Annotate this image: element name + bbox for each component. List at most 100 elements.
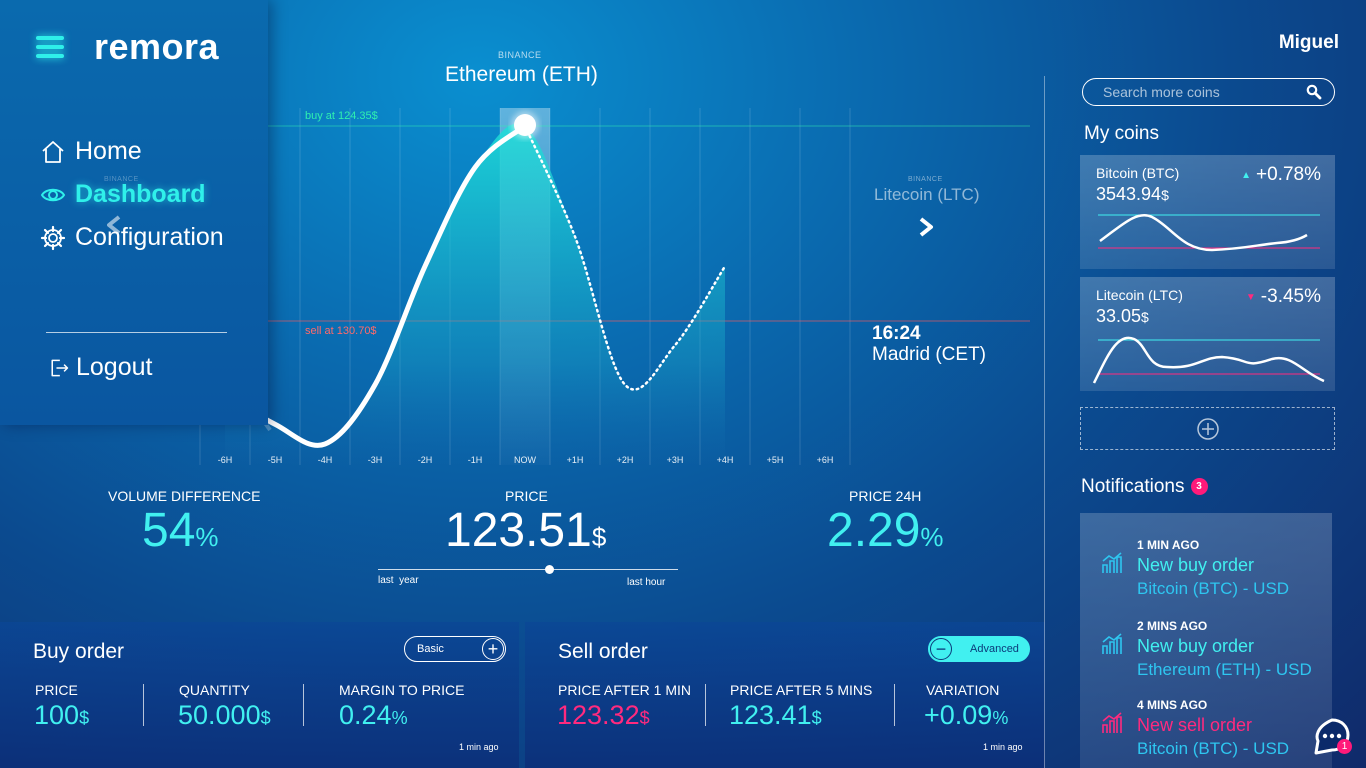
trend-down-icon: ▼ xyxy=(1245,291,1256,303)
notification-time: 2 MINS AGO xyxy=(1137,619,1208,633)
menu-icon[interactable] xyxy=(36,36,64,58)
x-tick-label: -4H xyxy=(318,455,333,465)
sidebar-item-label: Configuration xyxy=(75,223,224,251)
sell-mode-toggle[interactable]: − Advanced xyxy=(928,636,1030,662)
notification-title: New buy order xyxy=(1137,636,1255,656)
slider-right-label: last hour xyxy=(627,577,666,588)
add-coin-button[interactable] xyxy=(1080,407,1335,450)
logout-button[interactable]: Logout xyxy=(48,353,152,382)
app-logo: remora xyxy=(94,26,220,67)
x-tick-label: -3H xyxy=(368,455,383,465)
buy-price-label: PRICE xyxy=(35,682,78,698)
coin-change: ▲ +0.78% xyxy=(1241,164,1321,185)
home-icon xyxy=(42,140,64,163)
coin-name: Bitcoin (BTC) xyxy=(1096,165,1180,181)
search-icon[interactable] xyxy=(1306,84,1322,100)
buy-order-title: Buy order xyxy=(33,640,125,663)
logout-icon xyxy=(51,359,69,376)
column-divider xyxy=(143,684,144,726)
sidebar-item-configuration[interactable]: Configuration xyxy=(40,223,224,252)
x-tick-label: -6H xyxy=(218,455,233,465)
notification-title: New sell order xyxy=(1137,715,1253,735)
coin-card-ltc[interactable]: Litecoin (LTC) 33.05$ ▼ -3.45% xyxy=(1080,277,1335,391)
search-coins-input[interactable]: Search more coins xyxy=(1082,78,1335,106)
coin-sparkline xyxy=(1098,214,1320,252)
coin-price: 3543.94$ xyxy=(1096,184,1169,204)
coin-card-btc[interactable]: Bitcoin (BTC) 3543.94$ ▲ +0.78% xyxy=(1080,155,1335,269)
next-coin-arrow[interactable] xyxy=(916,216,936,243)
x-tick-label: -1H xyxy=(468,455,483,465)
slider-left-label: last year xyxy=(378,575,419,586)
sell-price-5min-label: PRICE AFTER 5 MINS xyxy=(730,682,873,698)
sidebar-item-home[interactable]: Home xyxy=(40,137,142,166)
right-column-divider xyxy=(1044,76,1045,768)
time-range-slider[interactable] xyxy=(378,564,678,576)
x-tick-label: +5H xyxy=(767,455,784,465)
buy-mode-toggle[interactable]: Basic + xyxy=(404,636,506,662)
coin-change: ▼ -3.45% xyxy=(1245,286,1321,307)
sell-variation-value: +0.09% xyxy=(924,700,1009,730)
sell-price-1min-value: 123.32$ xyxy=(557,700,650,730)
volume-difference-label: VOLUME DIFFERENCE xyxy=(108,488,261,504)
slider-track xyxy=(378,569,678,570)
sell-updated-time: 1 min ago xyxy=(983,742,1023,752)
sidebar-item-label: Home xyxy=(75,137,142,165)
chart-bars-icon xyxy=(1102,712,1122,733)
plus-icon: + xyxy=(482,638,504,660)
exchange-label: BINANCE xyxy=(498,50,542,60)
sidebar-divider xyxy=(46,332,227,333)
notification-item[interactable]: 2 MINS AGO New buy order Ethereum (ETH) … xyxy=(1080,600,1332,680)
my-coins-title: My coins xyxy=(1084,123,1159,144)
notification-subtitle: Bitcoin (BTC) - USD xyxy=(1137,739,1290,758)
trend-up-icon: ▲ xyxy=(1241,169,1252,181)
next-coin-title[interactable]: Litecoin (LTC) xyxy=(874,185,980,205)
buy-quantity-value[interactable]: 50.000$ xyxy=(178,700,271,731)
notification-item[interactable]: 4 MINS AGO New sell order Bitcoin (BTC) … xyxy=(1080,679,1332,759)
notifications-count-badge: 3 xyxy=(1190,478,1208,496)
local-time: 16:24 xyxy=(872,323,921,344)
eye-icon xyxy=(40,188,66,201)
slider-handle[interactable] xyxy=(544,565,554,574)
buy-price-value[interactable]: 100$ xyxy=(34,700,89,731)
notification-time: 4 MINS AGO xyxy=(1137,698,1208,712)
coin-sparkline xyxy=(1092,336,1325,384)
prev-coin-arrow[interactable] xyxy=(104,214,124,241)
x-tick-label: +3H xyxy=(667,455,684,465)
sidebar-item-dashboard[interactable]: Dashboard xyxy=(40,180,206,209)
buy-quantity-label: QUANTITY xyxy=(179,682,250,698)
notifications-list: 1 MIN AGO New buy order Bitcoin (BTC) - … xyxy=(1080,513,1332,768)
x-tick-label: +1H xyxy=(567,455,584,465)
buy-updated-time: 1 min ago xyxy=(459,742,499,752)
sidebar-item-label: Dashboard xyxy=(75,180,206,208)
sell-price-5min-value: 123.41$ xyxy=(729,700,822,730)
column-divider xyxy=(705,684,706,726)
coin-name: Litecoin (LTC) xyxy=(1096,287,1183,303)
buy-margin-value[interactable]: 0.24% xyxy=(339,700,408,731)
sidebar: remora Home Dashboard Configuration Logo… xyxy=(0,0,268,425)
chart-coin-title: Ethereum (ETH) xyxy=(445,63,598,86)
sell-mode-label: Advanced xyxy=(970,643,1019,655)
x-tick-label: NOW xyxy=(514,455,537,465)
x-tick-label: +4H xyxy=(717,455,734,465)
price-24h-value: 2.29% xyxy=(827,504,944,557)
coin-price: 33.05$ xyxy=(1096,306,1149,326)
sell-order-title: Sell order xyxy=(558,640,648,663)
sell-line-label: sell at 130.70$ xyxy=(305,325,377,337)
sell-variation-label: VARIATION xyxy=(926,682,1000,698)
volume-difference-value: 54% xyxy=(142,504,219,557)
chart-bars-icon xyxy=(1102,633,1122,654)
buy-mode-label: Basic xyxy=(417,643,444,655)
x-tick-label: -2H xyxy=(418,455,433,465)
column-divider xyxy=(303,684,304,726)
notification-title: New buy order xyxy=(1137,555,1255,575)
minus-icon: − xyxy=(930,638,952,660)
notification-item[interactable]: 1 MIN AGO New buy order Bitcoin (BTC) - … xyxy=(1080,519,1332,599)
chart-bars-icon xyxy=(1102,552,1122,573)
user-name[interactable]: Miguel xyxy=(1279,32,1339,54)
column-divider xyxy=(894,684,895,726)
notification-subtitle: Ethereum (ETH) - USD xyxy=(1137,660,1312,679)
notifications-title: Notifications 3 xyxy=(1081,476,1208,498)
buy-margin-label: MARGIN TO PRICE xyxy=(339,682,465,698)
gear-icon xyxy=(40,225,66,250)
prev-coin-exchange: BINANCE xyxy=(104,176,139,183)
